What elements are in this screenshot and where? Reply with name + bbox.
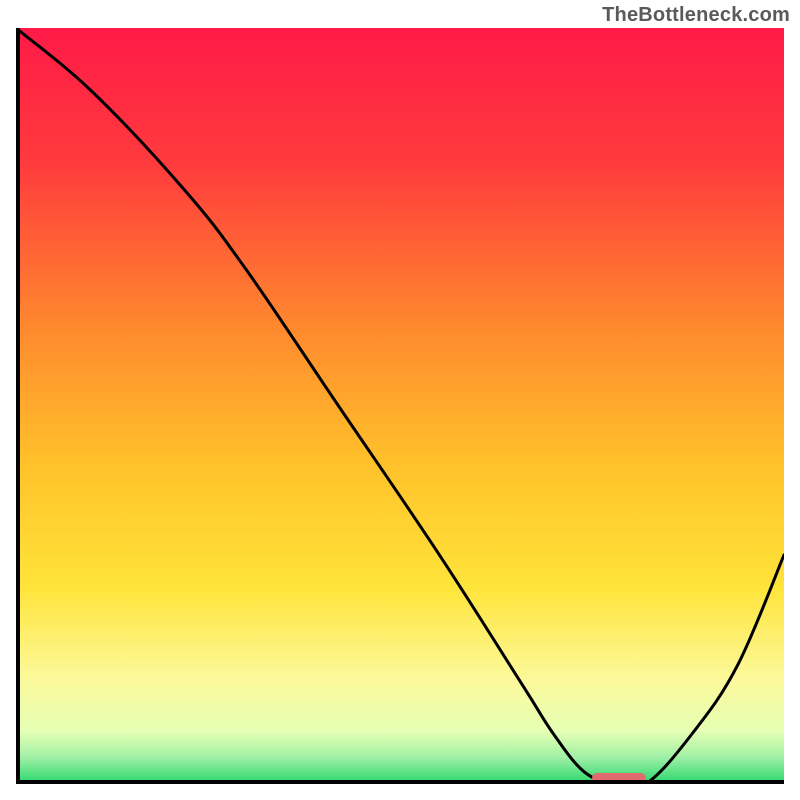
watermark-text: TheBottleneck.com (602, 4, 790, 27)
chart-svg (16, 28, 784, 784)
bottleneck-chart (16, 28, 784, 784)
gradient-background (16, 28, 784, 784)
